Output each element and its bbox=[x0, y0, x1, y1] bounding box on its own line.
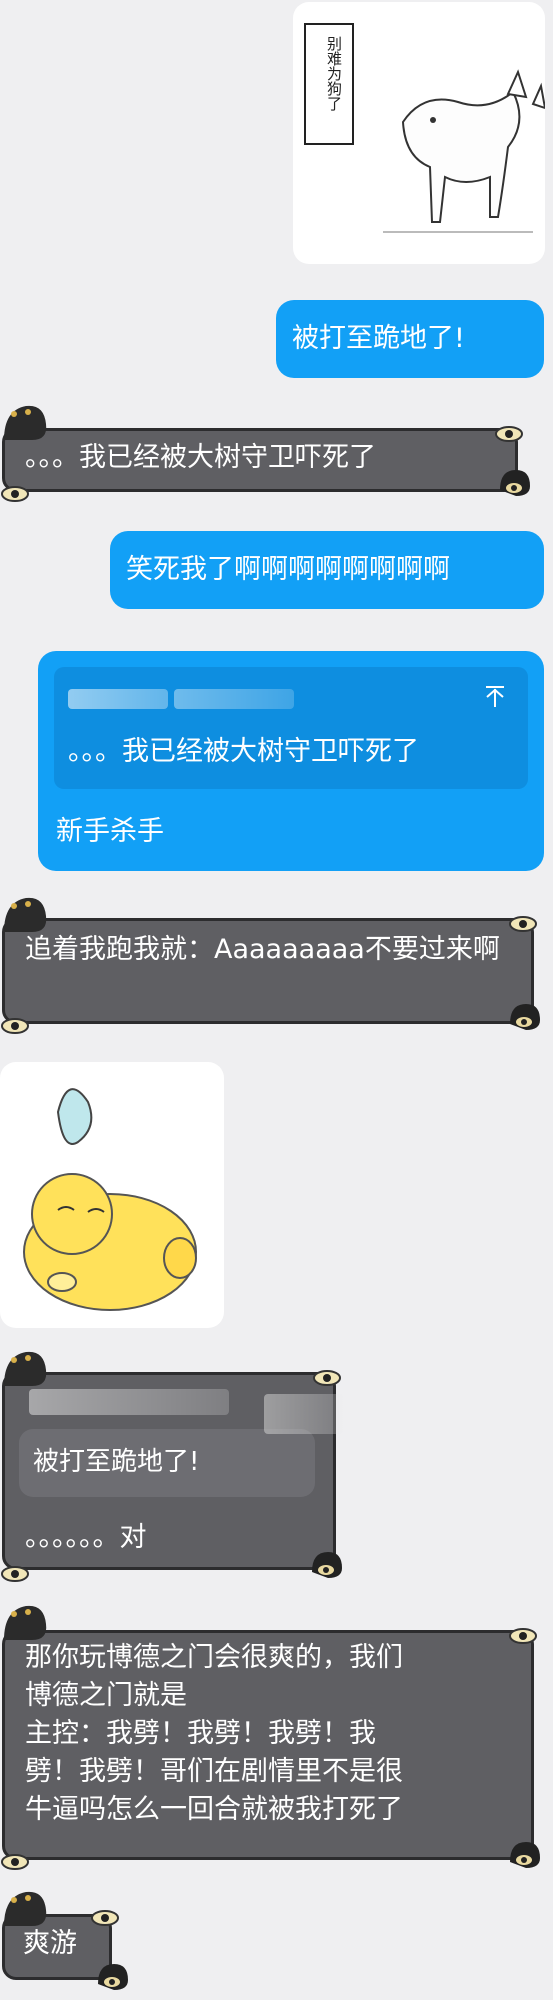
eye-decoration-icon bbox=[0, 1016, 30, 1036]
message-text: 爽游 bbox=[23, 1928, 77, 1959]
message-other-2[interactable]: 。。。我已经被大树守卫吓死了 bbox=[2, 428, 518, 492]
quoted-message[interactable]: 被打至跪地了! bbox=[19, 1429, 315, 1497]
message-text: 被打至跪地了! bbox=[292, 323, 465, 354]
arrow-up-icon[interactable] bbox=[480, 681, 510, 711]
eye-decoration-icon bbox=[494, 424, 524, 444]
sticker-chick[interactable] bbox=[0, 1062, 224, 1328]
message-line: 博德之门就是 bbox=[25, 1680, 187, 1711]
message-text: 。。。。。。对 bbox=[25, 1522, 147, 1553]
message-text: 。。。我已经被大树守卫吓死了 bbox=[25, 442, 376, 473]
message-other-5[interactable]: 追着我跑我就：Aaaaaaaaa不要过来啊 bbox=[2, 918, 534, 1024]
eye-decoration-icon bbox=[0, 1564, 30, 1584]
message-line: 主控：我劈！我劈！我劈！我 bbox=[25, 1718, 376, 1749]
eye-decoration-icon bbox=[90, 1908, 120, 1928]
message-text: 笑死我了啊啊啊啊啊啊啊啊 bbox=[126, 554, 450, 585]
blurred-sender-name bbox=[264, 1394, 344, 1434]
chick-sticker-image bbox=[23, 1088, 197, 1311]
message-line: 劈！我劈！哥们在剧情里不是很 bbox=[25, 1756, 403, 1787]
blurred-sender-name bbox=[68, 689, 168, 709]
eye-decoration-icon bbox=[96, 1962, 128, 1992]
cat-ear-decoration-icon bbox=[0, 892, 48, 936]
sticker-dog[interactable]: 别难为狗了 bbox=[293, 2, 545, 264]
eye-decoration-icon bbox=[310, 1550, 342, 1580]
message-self-4[interactable]: 。。。我已经被大树守卫吓死了 新手杀手 bbox=[38, 651, 544, 871]
message-text: 新手杀手 bbox=[56, 816, 164, 847]
quoted-text: 被打至跪地了! bbox=[33, 1447, 200, 1477]
cat-ear-decoration-icon bbox=[0, 1346, 48, 1390]
eye-decoration-icon bbox=[508, 914, 538, 934]
blurred-sender-name bbox=[29, 1389, 229, 1415]
blurred-sender-name bbox=[174, 689, 294, 709]
eye-decoration-icon bbox=[498, 468, 530, 498]
message-text-content: 追着我跑我就：Aaaaaaaaa不要过来啊 bbox=[25, 934, 500, 965]
message-self-3[interactable]: 笑死我了啊啊啊啊啊啊啊啊 bbox=[110, 531, 544, 609]
message-line: 那你玩博德之门会很爽的，我们 bbox=[25, 1642, 403, 1673]
eye-decoration-icon bbox=[508, 1840, 540, 1870]
message-other-7[interactable]: 那你玩博德之门会很爽的，我们 博德之门就是 主控：我劈！我劈！我劈！我 劈！我劈… bbox=[2, 1630, 534, 1860]
eye-decoration-icon bbox=[0, 484, 30, 504]
eye-decoration-icon bbox=[0, 1852, 30, 1872]
cat-ear-decoration-icon bbox=[0, 400, 48, 444]
cat-ear-decoration-icon bbox=[0, 1886, 48, 1930]
cat-ear-decoration-icon bbox=[0, 1600, 48, 1644]
quoted-text: 。。。我已经被大树守卫吓死了 bbox=[68, 736, 419, 767]
message-text: 那你玩博德之门会很爽的，我们 博德之门就是 主控：我劈！我劈！我劈！我 劈！我劈… bbox=[25, 1639, 525, 1829]
dog-sticker-caption: 别难为狗了 bbox=[325, 36, 343, 111]
eye-decoration-icon bbox=[312, 1368, 342, 1388]
message-text: 追着我跑我就：Aaaaaaaaa不要过来啊 bbox=[25, 931, 505, 969]
eye-decoration-icon bbox=[508, 1002, 540, 1032]
eye-decoration-icon bbox=[508, 1626, 538, 1646]
message-line: 牛逼吗怎么一回合就被我打死了 bbox=[25, 1794, 403, 1825]
quoted-message[interactable]: 。。。我已经被大树守卫吓死了 bbox=[54, 667, 528, 789]
message-self-1[interactable]: 被打至跪地了! bbox=[276, 300, 544, 378]
